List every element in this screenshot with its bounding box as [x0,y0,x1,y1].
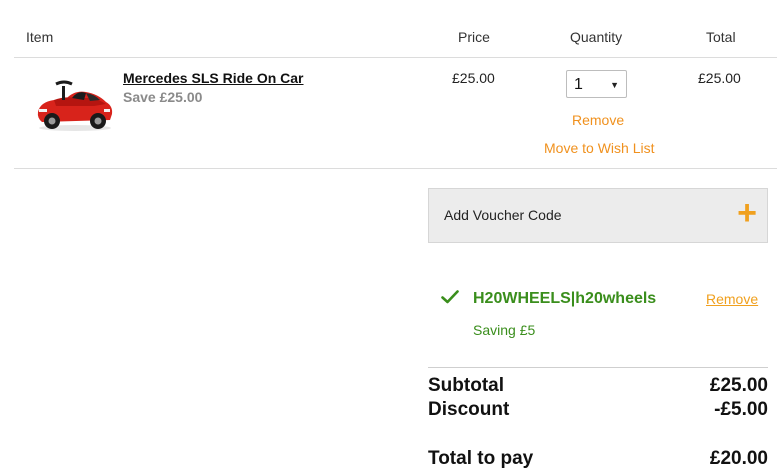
checkmark-icon [441,290,459,304]
product-save-text: Save £25.00 [123,89,203,105]
applied-voucher-code: H20WHEELS|h20wheels [473,290,657,307]
total-to-pay-value: £20.00 [709,448,768,469]
plus-icon: + [737,194,757,232]
quantity-select[interactable]: 1 ▼ [566,70,627,98]
subtotal-value: £25.00 [709,375,768,396]
discount-label: Discount [428,399,510,420]
column-header-quantity: Quantity [570,29,623,45]
quantity-value: 1 [574,76,583,93]
move-to-wishlist-link[interactable]: Move to Wish List [544,140,654,156]
summary-divider [428,367,768,368]
product-price: £25.00 [452,70,495,86]
product-name-link[interactable]: Mercedes SLS Ride On Car [123,70,304,86]
product-total: £25.00 [698,70,741,86]
subtotal-label: Subtotal [428,375,504,396]
discount-value: -£5.00 [714,399,768,420]
add-voucher-label: Add Voucher Code [444,207,562,223]
remove-voucher-link[interactable]: Remove [706,291,758,307]
column-header-total: Total [706,29,736,45]
row-divider [14,168,777,169]
remove-item-link[interactable]: Remove [572,112,624,128]
add-voucher-code-toggle[interactable]: Add Voucher Code + [428,188,768,243]
column-header-price: Price [458,29,490,45]
dropdown-arrow-icon: ▼ [610,80,619,90]
column-header-item: Item [26,29,54,45]
total-to-pay-label: Total to pay [428,448,534,469]
voucher-saving-text: Saving £5 [473,322,536,338]
header-divider [14,57,777,58]
product-thumbnail-car-icon[interactable] [34,76,116,134]
